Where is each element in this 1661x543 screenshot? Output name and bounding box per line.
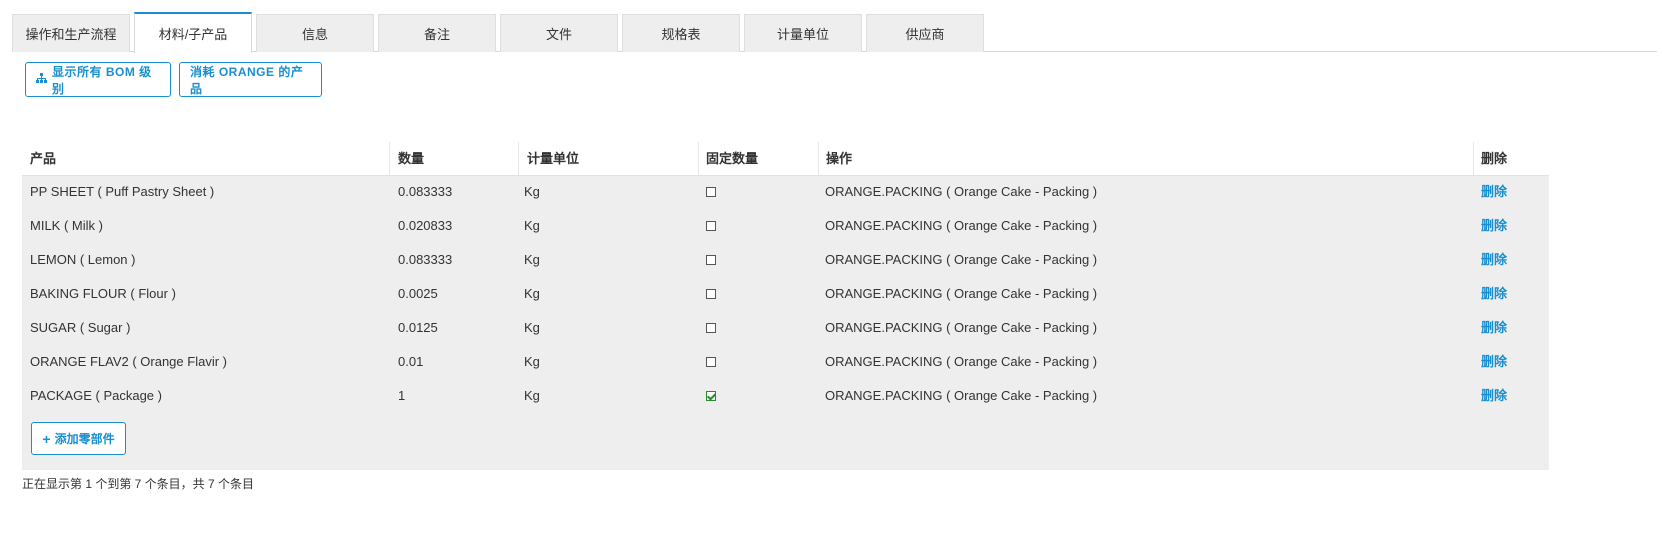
tab-materials[interactable]: 材料/子产品 xyxy=(134,12,252,53)
cell-operation: ORANGE.PACKING ( Orange Cake - Packing ) xyxy=(825,252,1098,267)
cell-quantity: 0.083333 xyxy=(398,184,453,199)
header-fixed-quantity[interactable]: 固定数量 xyxy=(698,142,758,176)
consume-orange-products-button[interactable]: 消耗 ORANGE 的产品 xyxy=(179,62,322,97)
cell-operation: ORANGE.PACKING ( Orange Cake - Packing ) xyxy=(825,320,1098,335)
cell-product: PACKAGE ( Package ) xyxy=(30,388,162,403)
checkbox-icon[interactable] xyxy=(706,288,716,299)
table-row: SUGAR ( Sugar ) 0.0125 Kg ORANGE.PACKING… xyxy=(22,312,1549,346)
cell-quantity: 0.083333 xyxy=(398,252,453,267)
cell-quantity: 0.01 xyxy=(398,354,424,369)
show-all-bom-levels-label: 显示所有 BOM 级别 xyxy=(52,64,152,96)
cell-uom: Kg xyxy=(524,286,540,301)
cell-operation: ORANGE.PACKING ( Orange Cake - Packing ) xyxy=(825,218,1098,233)
cell-operation: ORANGE.PACKING ( Orange Cake - Packing ) xyxy=(825,354,1098,369)
cell-fixed xyxy=(698,176,716,210)
table-body: PP SHEET ( Puff Pastry Sheet ) 0.083333 … xyxy=(22,176,1549,470)
table-row: MILK ( Milk ) 0.020833 Kg ORANGE.PACKING… xyxy=(22,210,1549,244)
cell-fixed xyxy=(698,244,716,278)
header-product[interactable]: 产品 xyxy=(22,142,56,176)
materials-table: 产品 数量 计量单位 固定数量 操作 删除 PP SHEET ( Puff Pa… xyxy=(22,142,1549,470)
cell-quantity: 0.0025 xyxy=(398,286,438,301)
checkbox-checked-icon[interactable] xyxy=(706,390,716,401)
tab-spec-sheet[interactable]: 规格表 xyxy=(622,14,740,52)
cell-uom: Kg xyxy=(524,184,540,199)
tab-uom[interactable]: 计量单位 xyxy=(744,14,862,52)
tab-bar: 操作和生产流程 材料/子产品 信息 备注 文件 规格表 计量单位 供应商 xyxy=(12,12,1657,53)
cell-fixed xyxy=(698,380,716,414)
add-part-row: + 添加零部件 xyxy=(22,414,1549,470)
add-part-button[interactable]: + 添加零部件 xyxy=(31,422,126,455)
table-header: 产品 数量 计量单位 固定数量 操作 删除 xyxy=(22,142,1549,176)
cell-uom: Kg xyxy=(524,218,540,233)
tab-operations[interactable]: 操作和生产流程 xyxy=(12,14,130,52)
delete-link[interactable]: 删除 xyxy=(1473,312,1507,346)
header-uom[interactable]: 计量单位 xyxy=(519,142,579,176)
sitemap-icon xyxy=(36,73,47,86)
show-all-bom-levels-button[interactable]: 显示所有 BOM 级别 xyxy=(25,62,171,97)
cell-uom: Kg xyxy=(524,320,540,335)
checkbox-icon[interactable] xyxy=(706,254,716,265)
checkbox-icon[interactable] xyxy=(706,322,716,333)
cell-product: PP SHEET ( Puff Pastry Sheet ) xyxy=(30,184,215,199)
header-delete: 删除 xyxy=(1481,151,1508,166)
cell-product: BAKING FLOUR ( Flour ) xyxy=(30,286,176,301)
checkbox-icon[interactable] xyxy=(706,356,716,367)
cell-uom: Kg xyxy=(524,252,540,267)
cell-operation: ORANGE.PACKING ( Orange Cake - Packing ) xyxy=(825,184,1098,199)
table-row: ORANGE FLAV2 ( Orange Flavir ) 0.01 Kg O… xyxy=(22,346,1549,380)
delete-link[interactable]: 删除 xyxy=(1473,346,1507,380)
cell-product: ORANGE FLAV2 ( Orange Flavir ) xyxy=(30,354,227,369)
tab-notes[interactable]: 备注 xyxy=(378,14,496,52)
table-row: BAKING FLOUR ( Flour ) 0.0025 Kg ORANGE.… xyxy=(22,278,1549,312)
tab-files[interactable]: 文件 xyxy=(500,14,618,52)
consume-orange-products-label: 消耗 ORANGE 的产品 xyxy=(190,64,304,96)
header-quantity[interactable]: 数量 xyxy=(390,142,424,176)
cell-operation: ORANGE.PACKING ( Orange Cake - Packing ) xyxy=(825,388,1098,403)
cell-quantity: 0.020833 xyxy=(398,218,453,233)
table-row: PP SHEET ( Puff Pastry Sheet ) 0.083333 … xyxy=(22,176,1549,210)
cell-operation: ORANGE.PACKING ( Orange Cake - Packing ) xyxy=(825,286,1098,301)
table-info: 正在显示第 1 个到第 7 个条目，共 7 个条目 xyxy=(22,477,255,491)
cell-quantity: 0.0125 xyxy=(398,320,438,335)
cell-fixed xyxy=(698,346,716,380)
cell-fixed xyxy=(698,278,716,312)
add-part-label: 添加零部件 xyxy=(54,432,115,446)
delete-link[interactable]: 删除 xyxy=(1473,176,1507,210)
checkbox-icon[interactable] xyxy=(706,220,716,231)
plus-icon: + xyxy=(42,430,51,447)
checkbox-icon[interactable] xyxy=(706,186,716,197)
delete-link[interactable]: 删除 xyxy=(1473,244,1507,278)
cell-quantity: 1 xyxy=(398,388,406,403)
table-row: LEMON ( Lemon ) 0.083333 Kg ORANGE.PACKI… xyxy=(22,244,1549,278)
cell-product: MILK ( Milk ) xyxy=(30,218,103,233)
table-row: PACKAGE ( Package ) 1 Kg ORANGE.PACKING … xyxy=(22,380,1549,414)
delete-link[interactable]: 删除 xyxy=(1473,380,1507,414)
delete-link[interactable]: 删除 xyxy=(1473,278,1507,312)
cell-product: LEMON ( Lemon ) xyxy=(30,252,136,267)
tab-suppliers[interactable]: 供应商 xyxy=(866,14,984,52)
tab-info[interactable]: 信息 xyxy=(256,14,374,52)
cell-fixed xyxy=(698,312,716,346)
cell-uom: Kg xyxy=(524,388,540,403)
delete-link[interactable]: 删除 xyxy=(1473,210,1507,244)
cell-product: SUGAR ( Sugar ) xyxy=(30,320,131,335)
cell-fixed xyxy=(698,210,716,244)
cell-uom: Kg xyxy=(524,354,540,369)
header-operation[interactable]: 操作 xyxy=(818,142,852,176)
